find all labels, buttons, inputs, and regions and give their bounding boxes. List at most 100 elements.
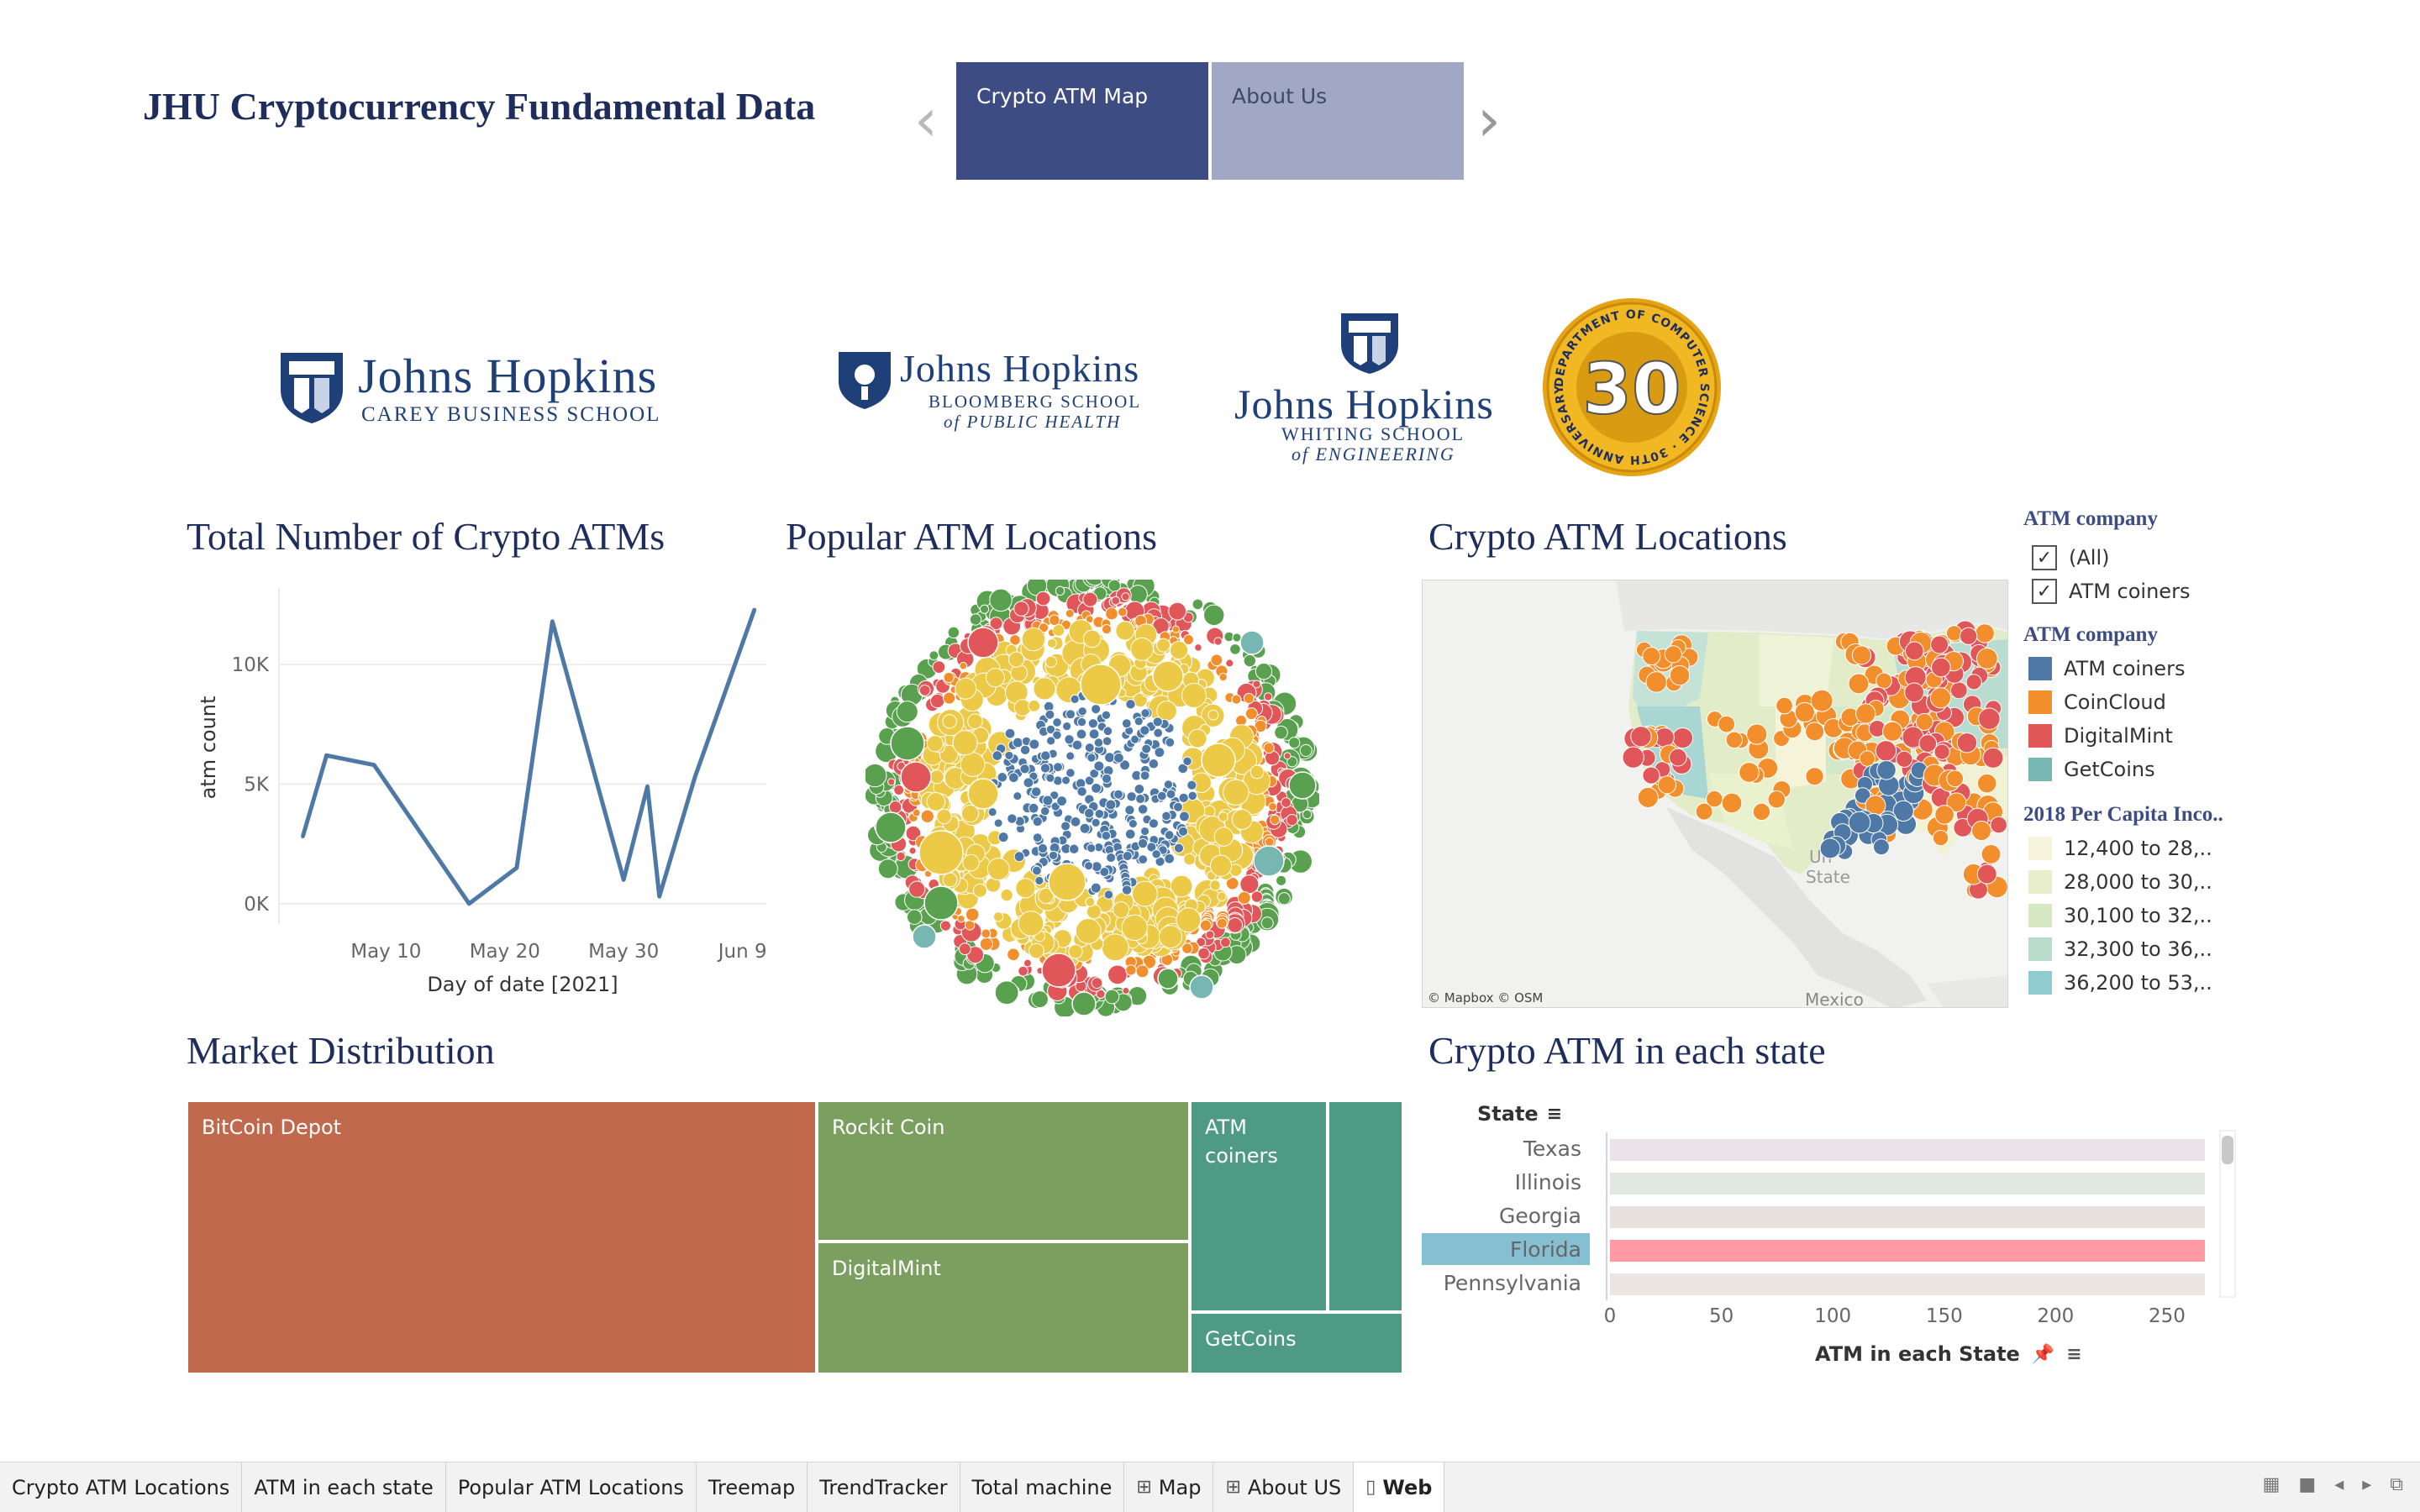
atm-map-point xyxy=(1896,750,1913,768)
sheet-tab-web[interactable]: ▯ Web xyxy=(1354,1462,1445,1512)
book-icon: ▯ xyxy=(1365,1477,1376,1498)
location-bubble xyxy=(1068,843,1080,855)
sheet-tab-crypto-atm-locations[interactable]: Crypto ATM Locations xyxy=(0,1462,243,1512)
location-bubble xyxy=(965,907,980,921)
state-label: Pennsylvania xyxy=(1444,1271,1581,1295)
location-bubble xyxy=(923,885,959,921)
income-legend-item[interactable]: 30,100 to 32,.. xyxy=(2023,899,2225,932)
location-bubble xyxy=(1083,807,1095,819)
location-bubble xyxy=(1163,780,1174,790)
location-bubble xyxy=(932,660,946,675)
location-bubble xyxy=(1225,659,1234,668)
legend-item-digitalmint[interactable]: DigitalMint xyxy=(2023,719,2225,753)
atm-map-point xyxy=(1642,647,1661,666)
atm-map-point xyxy=(1918,734,1938,753)
popular-atm-bubble-chart[interactable] xyxy=(865,580,1319,1016)
sort-icon[interactable]: ≡ xyxy=(2066,1344,2081,1365)
legend-item-getcoins[interactable]: GetCoins xyxy=(2023,753,2225,786)
location-bubble xyxy=(1071,991,1097,1016)
sheet-tab-popular-atm-locations[interactable]: Popular ATM Locations xyxy=(446,1462,697,1512)
crypto-atm-map[interactable]: Un State Mexico © Mapbox © OSM xyxy=(1422,580,2008,1008)
tab-crypto-atm-map[interactable]: Crypto ATM Map xyxy=(956,62,1208,180)
x-axis-title-row: ATM in each State 📌 ≡ xyxy=(1815,1342,2082,1366)
location-bubble xyxy=(1075,917,1102,944)
scrollbar-thumb[interactable] xyxy=(2222,1136,2233,1164)
jhu-shield-icon xyxy=(281,353,343,423)
income-legend-item[interactable]: 32,300 to 36,.. xyxy=(2023,932,2225,966)
filter-item-atm-coiners[interactable]: ✓ ATM coiners xyxy=(2023,575,2225,608)
location-bubble xyxy=(1173,843,1185,853)
location-bubble xyxy=(1274,725,1288,740)
treemap-cell-getcoins[interactable]: GetCoins xyxy=(1190,1312,1403,1374)
atm-map-point xyxy=(1851,645,1872,665)
tab-about-us[interactable]: About Us xyxy=(1212,62,1464,180)
checkbox-checked-icon[interactable]: ✓ xyxy=(2032,545,2057,570)
pin-icon[interactable]: 📌 xyxy=(2032,1344,2054,1365)
atm-map-point xyxy=(1946,769,1965,788)
location-bubble xyxy=(1037,843,1049,854)
location-bubble xyxy=(1255,663,1273,680)
treemap-cell-other[interactable] xyxy=(1328,1100,1403,1312)
sheet-tab-total-machine[interactable]: Total machine xyxy=(960,1462,1125,1512)
atm-map-point xyxy=(1876,760,1897,780)
previous-sheet-icon[interactable]: ◂ xyxy=(2334,1474,2344,1495)
x-tick-label: 0 xyxy=(1604,1305,1617,1327)
location-bubble xyxy=(1042,795,1054,806)
location-bubble xyxy=(1076,786,1087,797)
treemap-cell-rockit-coin[interactable]: Rockit Coin xyxy=(817,1100,1190,1242)
treemap-cell-atm-coiners[interactable]: ATM coiners xyxy=(1190,1100,1328,1312)
y-tick-label: 0K xyxy=(244,894,270,916)
chevron-right-icon[interactable]: › xyxy=(1477,91,1501,150)
data-point xyxy=(645,785,650,789)
location-bubble xyxy=(887,778,896,786)
presentation-icon[interactable]: ⧉ xyxy=(2390,1474,2403,1495)
location-bubble xyxy=(1040,750,1051,761)
chevron-left-icon[interactable]: ‹ xyxy=(914,91,938,150)
location-bubble xyxy=(1052,717,1062,727)
income-legend-item[interactable]: 28,000 to 30,.. xyxy=(2023,865,2225,899)
location-bubble xyxy=(1209,854,1233,877)
state-bar xyxy=(1610,1139,2206,1161)
location-bubble xyxy=(1028,802,1039,814)
income-legend-item[interactable]: 12,400 to 28,.. xyxy=(2023,832,2225,865)
location-bubble xyxy=(1055,585,1065,596)
sheet-tab-about-us[interactable]: ⊞ About US xyxy=(1213,1462,1355,1512)
location-bubble xyxy=(1101,773,1113,785)
state-column-header[interactable]: State ≡ xyxy=(1477,1102,1562,1126)
filmstrip-icon[interactable]: ■ xyxy=(2298,1474,2316,1495)
atm-by-state-bar-chart[interactable]: TexasIllinoisGeorgiaFloridaPennsylvania … xyxy=(1422,1124,2245,1376)
sheet-tab-treemap[interactable]: Treemap xyxy=(697,1462,808,1512)
location-bubble xyxy=(1007,813,1018,824)
legend-item-atm-coiners[interactable]: ATM coiners xyxy=(2023,652,2225,685)
location-bubble xyxy=(1152,660,1184,692)
atm-map-point xyxy=(1971,821,1992,842)
treemap-cell-bitcoin-depot[interactable]: BitCoin Depot xyxy=(187,1100,817,1374)
location-bubble xyxy=(1102,736,1113,747)
sheet-tab-atm-in-each-state[interactable]: ATM in each state xyxy=(242,1462,446,1512)
next-sheet-icon[interactable]: ▸ xyxy=(2362,1474,2371,1495)
location-bubble xyxy=(1189,974,1214,1000)
legend-item-coincloud[interactable]: CoinCloud xyxy=(2023,685,2225,719)
location-bubble xyxy=(1178,792,1189,804)
location-bubble xyxy=(969,613,982,626)
sheet-tab-map[interactable]: ⊞ Map xyxy=(1124,1462,1214,1512)
location-bubble xyxy=(1086,753,1097,763)
state-bar xyxy=(1610,1273,2206,1295)
sort-icon[interactable]: ≡ xyxy=(1547,1104,1562,1125)
location-bubble xyxy=(1007,651,1025,668)
income-legend-item[interactable]: 36,200 to 53,.. xyxy=(2023,966,2225,1000)
market-distribution-treemap[interactable]: BitCoin Depot Rockit Coin DigitalMint AT… xyxy=(187,1100,1403,1374)
location-bubble xyxy=(1048,850,1059,861)
checkbox-checked-icon[interactable]: ✓ xyxy=(2032,579,2057,604)
whiting-engineering-logo: Johns Hopkins WHITING SCHOOL of ENGINEER… xyxy=(1231,311,1508,470)
atm-map-point xyxy=(1976,864,1997,885)
location-bubble xyxy=(906,909,923,926)
sheet-tab-trendtracker[interactable]: TrendTracker xyxy=(808,1462,960,1512)
grid-view-icon[interactable]: ▦ xyxy=(2263,1474,2281,1495)
filter-legend-title: ATM company xyxy=(2023,507,2158,530)
location-bubble xyxy=(1070,694,1080,704)
atm-count-line-chart[interactable]: 0K 5K 10K May 10 May 20 May 30 Jun 9 atm coun… xyxy=(187,571,775,1008)
treemap-cell-digitalmint[interactable]: DigitalMint xyxy=(817,1242,1190,1374)
location-bubble xyxy=(1113,901,1130,919)
filter-item-all[interactable]: ✓ (All) xyxy=(2023,541,2225,575)
